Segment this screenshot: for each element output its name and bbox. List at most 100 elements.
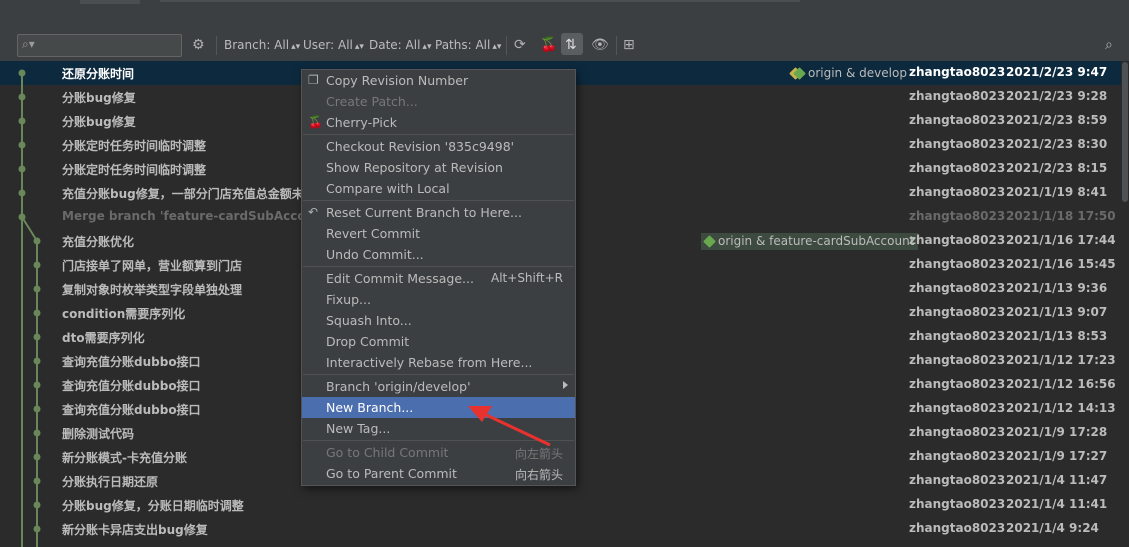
menu-item-label: Branch 'origin/develop' xyxy=(326,379,471,394)
graph-node xyxy=(33,285,41,293)
commit-message: 充值分账bug修复，一部分门店充值总金额未 xyxy=(62,187,304,201)
menu-separator xyxy=(303,440,574,441)
commit-author: zhangtao8023 xyxy=(909,257,1006,271)
search-input[interactable]: ⌕▾ xyxy=(17,34,182,57)
tag-icon xyxy=(703,235,716,248)
menu-item-label: Go to Child Commit xyxy=(326,445,449,460)
menu-item-label: Go to Parent Commit xyxy=(326,466,457,481)
menu-item-edit-message[interactable]: Edit Commit Message... Alt+Shift+R xyxy=(302,268,575,289)
commit-date: 2021/1/16 15:45 xyxy=(1006,257,1116,271)
menu-item-checkout-revision[interactable]: Checkout Revision '835c9498' xyxy=(302,136,575,157)
menu-item-label: Cherry-Pick xyxy=(326,115,397,130)
menu-item-label: Undo Commit... xyxy=(326,247,424,262)
graph-node xyxy=(33,357,41,365)
graph-node xyxy=(18,93,26,101)
menu-item-squash[interactable]: Squash Into... xyxy=(302,310,575,331)
menu-item-label: Compare with Local xyxy=(326,181,450,196)
menu-item-compare-local[interactable]: Compare with Local xyxy=(302,178,575,199)
branch-filter-label: Branch: All xyxy=(224,38,290,52)
sort-arrows-icon[interactable]: ⇅ xyxy=(565,36,577,54)
menu-item-copy-revision[interactable]: ❐ Copy Revision Number xyxy=(302,70,575,91)
ref-text: origin & develop xyxy=(808,66,907,80)
updown-arrow-icon: ▴▾ xyxy=(422,42,432,52)
commit-message: 分账bug修复 xyxy=(62,115,136,129)
commit-message: 删除测试代码 xyxy=(62,427,135,441)
menu-item-shortcut: 向右箭头 xyxy=(514,468,563,482)
commit-message: 充值分账优化 xyxy=(62,235,135,249)
menu-item-go-parent[interactable]: Go to Parent Commit 向右箭头 xyxy=(302,463,575,484)
commit-author: zhangtao8023 xyxy=(909,185,1006,199)
search-icon: ⌕▾ xyxy=(22,37,35,51)
context-menu: ❐ Copy Revision Number Create Patch... 🍒… xyxy=(301,69,576,486)
menu-item-label: Show Repository at Revision xyxy=(326,160,503,175)
table-row[interactable]: 新分账卡异店支出bug修复 zhangtao8023 2021/1/4 9:24 xyxy=(0,517,1129,541)
cherry-icon: 🍒 xyxy=(308,115,323,129)
eye-icon[interactable]: 👁 xyxy=(591,36,609,54)
commit-date: 2021/2/23 8:15 xyxy=(1006,161,1108,175)
commit-date: 2021/2/23 9:47 xyxy=(1006,65,1108,79)
menu-item-branch-submenu[interactable]: Branch 'origin/develop' xyxy=(302,376,575,397)
commit-author: zhangtao8023 xyxy=(909,425,1006,439)
new-tab-icon[interactable]: ⊞ xyxy=(623,36,635,54)
gear-icon[interactable]: ⚙ xyxy=(192,36,205,54)
commit-message: 查询充值分账dubbo接口 xyxy=(62,355,201,369)
log-toolbar: ⌕▾ ⚙ Branch: All ▴▾ User: All ▴▾ Date: All… xyxy=(0,30,1129,62)
graph-node xyxy=(33,381,41,389)
menu-item-new-tag[interactable]: New Tag... xyxy=(302,418,575,439)
menu-item-drop-commit[interactable]: Drop Commit xyxy=(302,331,575,352)
menu-item-label: Edit Commit Message... xyxy=(326,271,474,286)
menu-item-reset-branch[interactable]: ↶ Reset Current Branch to Here... xyxy=(302,202,575,223)
date-filter[interactable]: Date: All ▴▾ xyxy=(369,38,431,52)
graph-branch-line xyxy=(21,216,38,242)
refresh-icon[interactable]: ⟳ xyxy=(514,36,526,54)
commit-message: 分账bug修复 xyxy=(62,91,136,105)
cherry-pick-icon[interactable]: 🍒 xyxy=(540,36,557,54)
menu-item-label: Revert Commit xyxy=(326,226,421,241)
commit-author: zhangtao8023 xyxy=(909,353,1006,367)
menu-item-new-branch[interactable]: New Branch... xyxy=(302,397,575,418)
undo-icon: ↶ xyxy=(308,205,319,219)
graph-node xyxy=(33,333,41,341)
commit-message: 还原分账时间 xyxy=(62,67,135,81)
menu-item-shortcut: 向左箭头 xyxy=(514,447,563,461)
date-filter-label: Date: All xyxy=(369,38,421,52)
commit-date: 2021/2/23 8:30 xyxy=(1006,137,1108,151)
updown-arrow-icon: ▴▾ xyxy=(291,42,301,52)
commit-date: 2021/2/23 9:28 xyxy=(1006,89,1108,103)
table-row[interactable]: 分账bug修复，分账日期临时调整 zhangtao8023 2021/1/4 1… xyxy=(0,493,1129,517)
user-filter-label: User: All xyxy=(303,38,353,52)
paths-filter-label: Paths: All xyxy=(435,38,491,52)
commit-message: dto需要序列化 xyxy=(62,331,145,345)
menu-separator xyxy=(303,134,574,135)
commit-date: 2021/2/23 8:59 xyxy=(1006,113,1108,127)
menu-item-show-repository[interactable]: Show Repository at Revision xyxy=(302,157,575,178)
branch-filter[interactable]: Branch: All ▴▾ xyxy=(224,38,300,52)
menu-item-label: Drop Commit xyxy=(326,334,410,349)
commit-message: 新分账卡异店支出bug修复 xyxy=(62,523,208,537)
menu-item-interactive-rebase[interactable]: Interactively Rebase from Here... xyxy=(302,352,575,373)
graph-node xyxy=(33,477,41,485)
tab-edge xyxy=(80,0,140,4)
paths-filter[interactable]: Paths: All ▴▾ xyxy=(435,38,501,52)
graph-node xyxy=(33,261,41,269)
user-filter[interactable]: User: All ▴▾ xyxy=(303,38,364,52)
commit-author: zhangtao8023 xyxy=(909,473,1006,487)
menu-item-fixup[interactable]: Fixup... xyxy=(302,289,575,310)
menu-item-label: Reset Current Branch to Here... xyxy=(326,205,522,220)
search-icon[interactable]: ⌕ xyxy=(1105,36,1113,54)
commit-message: 分账执行日期还原 xyxy=(62,475,159,489)
menu-item-go-child[interactable]: Go to Child Commit 向左箭头 xyxy=(302,442,575,463)
toolbar-separator xyxy=(216,36,217,55)
scrollbar-thumb[interactable] xyxy=(1122,62,1128,202)
commit-author: zhangtao8023 xyxy=(909,377,1006,391)
menu-item-undo-commit[interactable]: Undo Commit... xyxy=(302,244,575,265)
commit-author: zhangtao8023 xyxy=(909,161,1006,175)
menu-item-revert-commit[interactable]: Revert Commit xyxy=(302,223,575,244)
commit-author: zhangtao8023 xyxy=(909,449,1006,463)
graph-node xyxy=(33,453,41,461)
commit-message: 复制对象时枚举类型字段单独处理 xyxy=(62,283,243,297)
commit-date: 2021/1/13 9:07 xyxy=(1006,305,1108,319)
menu-item-create-patch[interactable]: Create Patch... xyxy=(302,91,575,112)
commit-date: 2021/1/12 16:56 xyxy=(1006,377,1116,391)
menu-item-cherry-pick[interactable]: 🍒 Cherry-Pick xyxy=(302,112,575,133)
